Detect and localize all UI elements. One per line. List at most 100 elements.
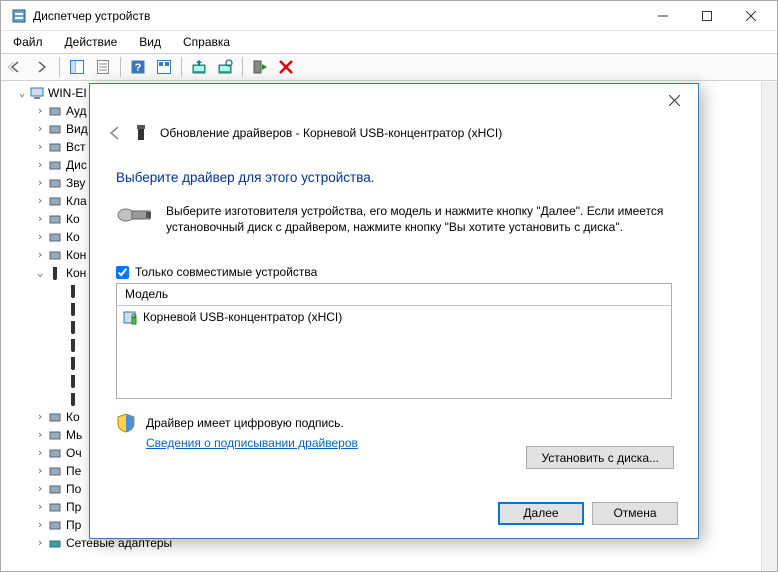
menu-file[interactable]: Файл [3,33,53,51]
computer-icon [29,85,45,101]
device-category-icon [47,427,63,443]
dialog-heading: Выберите драйвер для этого устройства. [116,158,672,203]
dialog-button-row: Далее Отмена [90,488,698,538]
device-category-icon [47,517,63,533]
shield-icon [116,413,136,433]
device-category-icon [47,409,63,425]
model-column-header[interactable]: Модель [117,284,671,306]
cancel-button[interactable]: Отмена [592,502,678,525]
tree-item-label: Кон [66,246,86,264]
device-category-icon [47,103,63,119]
compatible-only-checkbox[interactable] [116,266,129,279]
expand-icon[interactable]: › [33,156,47,174]
app-icon [11,8,27,24]
device-category-icon [47,139,63,155]
toolbar: ? [1,53,777,81]
usb-icon [47,265,63,281]
dialog-body: Выберите драйвер для этого устройства. В… [90,158,698,488]
maximize-button[interactable] [685,2,729,30]
toolbar-separator [120,57,121,77]
expand-icon[interactable]: › [33,498,47,516]
expand-icon[interactable]: › [33,210,47,228]
dialog-back-button[interactable] [106,124,124,142]
tree-item-label: Кла [66,192,87,210]
tree-item-label: Ко [66,210,80,228]
dialog-instruction-text: Выберите изготовителя устройства, его мо… [166,203,672,235]
network-icon [47,535,63,551]
device-category-icon [47,445,63,461]
view-button[interactable] [152,55,176,79]
install-from-disk-button[interactable]: Установить с диска... [526,446,674,469]
tree-item-label: Пр [66,498,81,516]
close-button[interactable] [729,2,773,30]
model-item-label: Корневой USB-концентратор (xHCI) [143,310,342,324]
tree-item-label: Кo [66,408,80,426]
enable-device-button[interactable] [248,55,272,79]
expand-icon[interactable]: › [33,408,47,426]
model-list-item[interactable]: Корневой USB-концентратор (xHCI) [117,306,671,328]
device-category-icon [47,121,63,137]
vertical-scrollbar[interactable] [761,82,777,571]
compatible-only-checkbox-row[interactable]: Только совместимые устройства [116,265,672,283]
update-driver-button[interactable] [187,55,211,79]
tree-item-label: Пе [66,462,81,480]
expand-icon[interactable]: › [33,516,47,534]
collapse-icon[interactable]: ⌄ [15,84,29,102]
device-category-icon [47,229,63,245]
tree-root-label: WIN-EI [48,84,87,102]
expand-icon[interactable]: › [33,102,47,120]
tree-item-label: Ауд [66,102,86,120]
titlebar: Диспетчер устройств [1,1,777,31]
tree-item-label: Зву [66,174,85,192]
forward-button[interactable] [30,55,54,79]
expand-icon[interactable]: › [33,138,47,156]
window-title: Диспетчер устройств [33,9,641,23]
next-button[interactable]: Далее [498,502,584,525]
usb-device-icon [65,301,81,317]
scan-hardware-button[interactable] [213,55,237,79]
dialog-close-button[interactable] [654,86,694,114]
menu-help[interactable]: Справка [173,33,240,51]
usb-device-icon [65,319,81,335]
expand-icon[interactable]: › [33,462,47,480]
uninstall-device-button[interactable] [274,55,298,79]
minimize-button[interactable] [641,2,685,30]
show-hide-tree-button[interactable] [65,55,89,79]
signed-driver-icon [123,309,139,325]
device-category-icon [47,211,63,227]
expand-icon[interactable]: › [33,480,47,498]
dialog-titlebar [90,84,698,116]
usb-device-icon [65,355,81,371]
expand-icon[interactable]: › [33,174,47,192]
model-listbox[interactable]: Модель Корневой USB-концентратор (xHCI) [116,283,672,399]
tree-item-label: Ко [66,228,80,246]
expand-icon[interactable]: › [33,192,47,210]
device-category-icon [47,463,63,479]
menu-view[interactable]: Вид [129,33,171,51]
tree-item-label: Вид [66,120,88,138]
signature-info-link[interactable]: Сведения о подписывании драйверов [146,436,358,450]
tree-item-label: Вст [66,138,86,156]
back-button[interactable] [4,55,28,79]
menu-action[interactable]: Действие [55,33,128,51]
expand-icon[interactable]: › [33,534,47,552]
tree-item-label: Оч [66,444,82,462]
toolbar-separator [181,57,182,77]
expand-icon[interactable]: › [33,228,47,246]
device-category-icon [47,499,63,515]
hardware-icon [116,205,152,225]
expand-icon[interactable]: › [33,120,47,138]
device-category-icon [47,481,63,497]
signature-status-text: Драйвер имеет цифровую подпись. [146,413,358,433]
expand-icon[interactable]: › [33,426,47,444]
tree-item-label: Пр [66,516,81,534]
collapse-icon[interactable]: ⌄ [33,264,47,282]
help-button[interactable]: ? [126,55,150,79]
properties-button[interactable] [91,55,115,79]
tree-item-label: Мь [66,426,82,444]
dialog-header: Обновление драйверов - Корневой USB-конц… [90,116,698,158]
tree-item-label: Кон [66,264,86,282]
device-category-icon [47,157,63,173]
expand-icon[interactable]: › [33,444,47,462]
expand-icon[interactable]: › [33,246,47,264]
